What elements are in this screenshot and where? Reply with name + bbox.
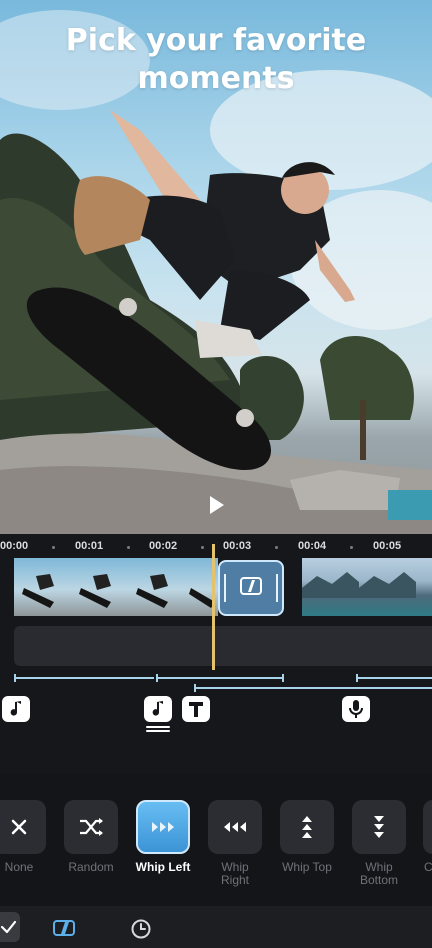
time-ruler: 00:00 00:01 00:02 00:03 00:04 00:05 <box>0 534 432 554</box>
lane-tick <box>282 674 284 682</box>
arrows-down-icon <box>374 816 384 838</box>
transition-button[interactable] <box>280 800 334 854</box>
hero-title-line2: moments <box>137 61 295 96</box>
shuffle-icon <box>80 818 103 836</box>
stack-indicator <box>144 724 172 734</box>
clip-thumbnail[interactable] <box>128 558 185 616</box>
microphone-icon[interactable] <box>342 696 370 722</box>
transition-partial[interactable]: C <box>423 800 432 874</box>
transition-whip-top[interactable]: Whip Top <box>279 800 335 874</box>
transition-button[interactable] <box>208 800 262 854</box>
playhead[interactable] <box>212 544 215 670</box>
transition-button[interactable] <box>423 800 432 854</box>
ruler-label: 00:03 <box>223 540 252 552</box>
transition-whip-bottom[interactable]: Whip Bottom <box>351 800 407 887</box>
bottom-toolbar <box>0 906 432 948</box>
timeline[interactable]: 00:00 00:01 00:02 00:03 00:04 00:05 <box>0 534 432 774</box>
text-icon[interactable] <box>182 696 210 722</box>
clip-thumbnail[interactable] <box>71 558 128 616</box>
music-stack-icon[interactable] <box>144 696 172 722</box>
hero-title-line1: Pick your favorite <box>65 23 367 58</box>
transition-icon <box>240 577 262 595</box>
lane-tick <box>156 674 158 682</box>
ruler-label: 00:04 <box>298 540 327 552</box>
clock-icon[interactable] <box>130 918 152 940</box>
lane-tick <box>194 684 196 692</box>
arrows-up-icon <box>302 816 312 838</box>
transition-marker[interactable] <box>218 560 284 616</box>
transition-button[interactable] <box>352 800 406 854</box>
lane-tick <box>14 674 16 682</box>
transition-button[interactable] <box>136 800 190 854</box>
transition-label: Whip Top <box>282 860 332 874</box>
lane-line <box>356 677 432 679</box>
ruler-dot <box>275 546 278 549</box>
transition-icon[interactable] <box>52 918 76 938</box>
checkmark-icon[interactable] <box>0 912 20 942</box>
lane-tick <box>356 674 358 682</box>
ruler-label: 00:01 <box>75 540 104 552</box>
clip-thumbnail[interactable] <box>416 558 432 616</box>
video-preview[interactable]: Pick your favorite moments <box>0 0 432 534</box>
transition-random[interactable]: Random <box>63 800 119 874</box>
arrows-left-icon <box>224 822 246 832</box>
transition-label: Whip Left <box>135 860 191 874</box>
transition-picker: None Random Whip Left Whip Right Whip To… <box>0 774 432 906</box>
transition-button[interactable] <box>64 800 118 854</box>
ruler-dot <box>52 546 55 549</box>
transition-label: Whip Right <box>220 860 249 887</box>
transition-whip-left[interactable]: Whip Left <box>135 800 191 874</box>
transition-label: None <box>4 860 34 874</box>
ruler-dot <box>127 546 130 549</box>
clip-thumbnail[interactable] <box>302 558 359 616</box>
music-note-icon[interactable] <box>2 696 30 722</box>
ruler-label: 00:00 <box>0 540 29 552</box>
ruler-dot <box>201 546 204 549</box>
audio-track[interactable] <box>14 626 432 666</box>
ruler-dot <box>350 546 353 549</box>
transition-none[interactable]: None <box>0 800 47 874</box>
ruler-label: 00:05 <box>373 540 402 552</box>
transition-label: C <box>424 860 432 874</box>
ruler-label: 00:02 <box>149 540 178 552</box>
transition-button[interactable] <box>0 800 46 854</box>
clip-thumbnail[interactable] <box>359 558 416 616</box>
transition-whip-right[interactable]: Whip Right <box>207 800 263 887</box>
clip-thumbnail[interactable] <box>14 558 71 616</box>
transition-label: Random <box>68 860 114 874</box>
app: Pick your favorite moments 00:00 00:01 0… <box>0 0 432 948</box>
lane-line <box>196 687 432 689</box>
lane-line <box>158 677 282 679</box>
lane-line <box>14 677 154 679</box>
arrows-right-icon <box>152 822 174 832</box>
hero-title: Pick your favorite moments <box>0 22 432 98</box>
close-icon <box>11 819 27 835</box>
transition-label: Whip Bottom <box>359 860 398 887</box>
play-icon[interactable] <box>206 494 226 516</box>
